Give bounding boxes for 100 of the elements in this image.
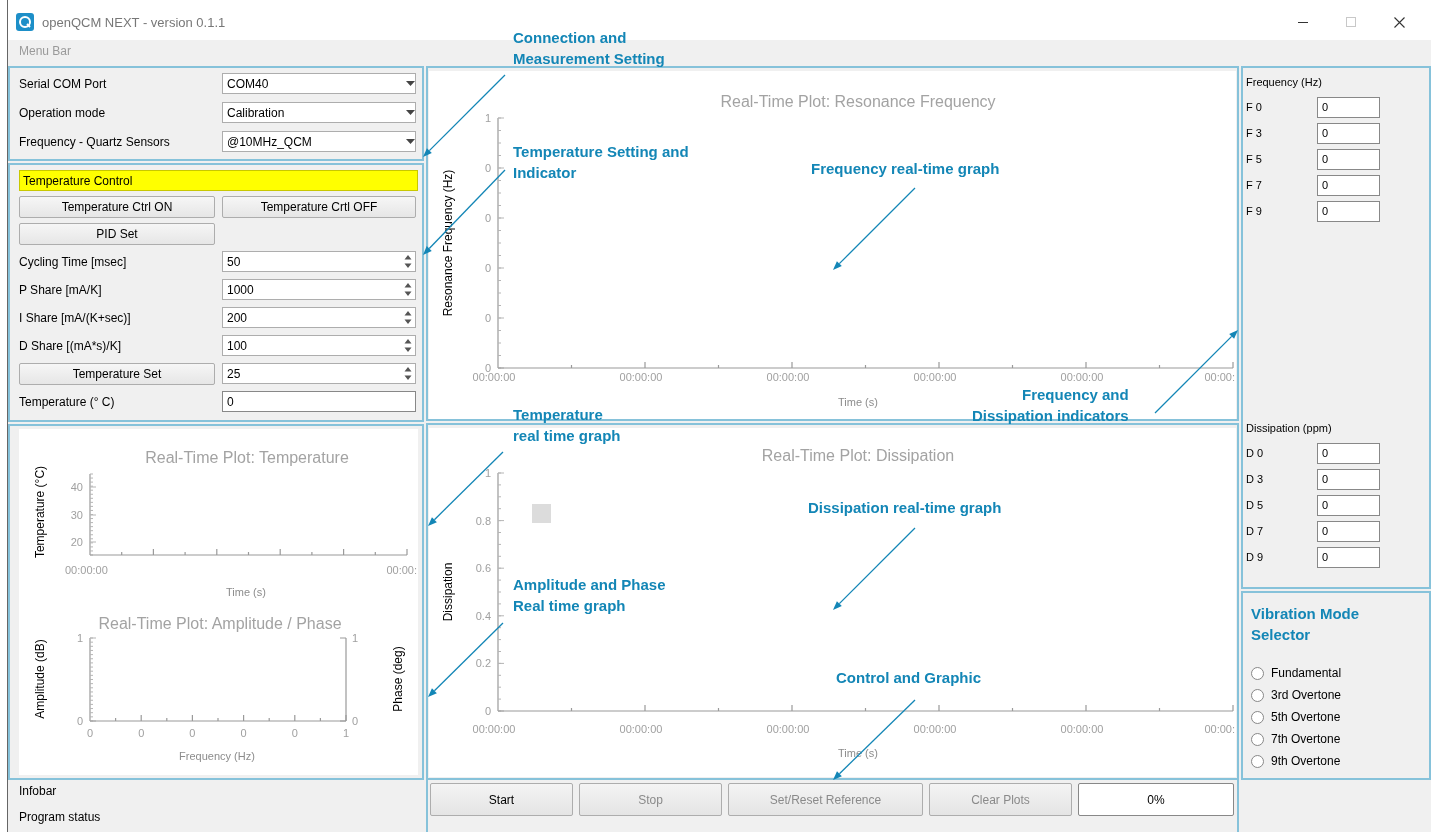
field-label: Temperature (° C) xyxy=(19,394,116,409)
toggle-button[interactable]: Temperature Ctrl ON xyxy=(19,196,215,218)
tick-label: 0.6 xyxy=(475,562,491,575)
tick-label: 0 xyxy=(291,727,298,739)
field-label: D 9 xyxy=(1246,551,1265,563)
dropdown[interactable]: @10MHz_QCM xyxy=(222,131,416,152)
field-label: D 0 xyxy=(1246,447,1265,459)
tick-label: 0 xyxy=(240,727,247,739)
field-label: F 5 xyxy=(1246,153,1263,165)
field-label: Frequency - Quartz Sensors xyxy=(19,134,171,149)
field-label: D 7 xyxy=(1246,525,1265,537)
tick-label: 0.8 xyxy=(475,514,491,527)
tick-label: 1 xyxy=(484,467,491,479)
tick-label: 40 xyxy=(70,481,83,493)
annotation-label: Temperature Setting and Indicator xyxy=(513,142,689,183)
radio-option[interactable]: 3rd Overtone xyxy=(1251,684,1342,706)
field-label: D Share [(mA*s)/K] xyxy=(19,338,123,353)
window-title: openQCM NEXT - version 0.1.1 xyxy=(42,14,227,30)
field-label: Serial COM Port xyxy=(19,76,108,91)
axis-title: Temperature (°C) xyxy=(33,465,47,559)
tick-label: 0 xyxy=(76,715,83,727)
value-field: 0 xyxy=(1317,494,1380,516)
radio-circle[interactable] xyxy=(1251,754,1264,768)
status-label: Temperature Control xyxy=(19,170,418,191)
field-label: Operation mode xyxy=(19,105,107,120)
tick-label: 00:00: xyxy=(386,564,417,576)
annotation-label: Amplitude and Phase Real time graph xyxy=(513,575,666,616)
tick-label: 00:00:00 xyxy=(1060,723,1104,735)
caret-icon xyxy=(406,139,415,144)
maximize-icon xyxy=(1346,17,1356,27)
annotation-label: Temperature real time graph xyxy=(513,405,621,446)
field-label: F 0 xyxy=(1246,101,1263,113)
field-label: Cycling Time [msec] xyxy=(19,254,128,269)
pid-set-button[interactable]: PID Set xyxy=(19,223,215,245)
tick-label: 00:00: xyxy=(1204,723,1235,735)
value-field: 0 xyxy=(1317,468,1380,490)
radio-circle[interactable] xyxy=(1251,710,1264,724)
tick-label: 00:00: xyxy=(1204,371,1235,383)
value-field: 0 xyxy=(1317,546,1380,568)
spin-box[interactable]: 100 xyxy=(222,335,416,356)
value-field: 0 xyxy=(1317,520,1380,542)
annotation-label: Dissipation real-time graph xyxy=(808,498,1002,518)
tick-label: 00:00:00 xyxy=(619,723,663,735)
infobar-label: Infobar xyxy=(19,784,58,798)
radio-circle[interactable] xyxy=(1251,732,1264,746)
tick-label: 00:00:00 xyxy=(619,371,663,383)
status-text: Program status xyxy=(19,810,102,824)
tick-label: 1 xyxy=(352,632,359,644)
axis-title: Frequency (Hz) xyxy=(179,750,255,762)
dropdown[interactable]: Calibration xyxy=(222,102,416,123)
radio-option[interactable]: 5th Overtone xyxy=(1251,706,1341,728)
value-field: 0 xyxy=(1317,174,1380,196)
annotation-label: Frequency real-time graph xyxy=(811,159,1000,179)
value-field: 0 xyxy=(1317,96,1380,118)
dropdown[interactable]: COM40 xyxy=(222,73,416,94)
radio-circle[interactable] xyxy=(1251,666,1264,680)
axis-title: Time (s) xyxy=(838,396,878,408)
toggle-button[interactable]: Temperature Crtl OFF xyxy=(222,196,416,218)
spin-box[interactable]: 1000 xyxy=(222,279,416,300)
tick-label: 00:00:00 xyxy=(913,723,957,735)
caret-icon xyxy=(406,110,415,115)
tick-label: 0 xyxy=(484,312,491,324)
tick-label: 00:00:00 xyxy=(65,564,108,576)
tick-label: 00:00:00 xyxy=(472,723,516,735)
tick-label: 0 xyxy=(138,727,145,739)
legend-swatch xyxy=(532,504,551,523)
radio-option[interactable]: Fundamental xyxy=(1251,662,1342,684)
caret-icon xyxy=(406,81,415,86)
tick-label: 00:00:00 xyxy=(766,723,810,735)
tick-label: 00:00:00 xyxy=(913,371,957,383)
temperature-set-button[interactable]: Temperature Set xyxy=(19,362,215,385)
radio-option[interactable]: 9th Overtone xyxy=(1251,750,1341,772)
tick-label: 0 xyxy=(484,212,491,224)
tick-label: 0 xyxy=(484,705,491,717)
axis-title: Phase (deg) xyxy=(391,646,405,712)
control-button[interactable]: Start xyxy=(430,783,573,816)
app-icon xyxy=(16,13,34,31)
spin-box[interactable]: 50 xyxy=(222,251,416,272)
spin-box[interactable]: 200 xyxy=(222,307,416,328)
chart-title: Real-Time Plot: Temperature xyxy=(145,449,349,466)
annotation-label: Connection and Measurement Setting xyxy=(513,28,665,69)
radio-option[interactable]: 7th Overtone xyxy=(1251,728,1341,750)
axis-title: Amplitude (dB) xyxy=(33,639,47,719)
tick-label: 20 xyxy=(70,536,83,548)
spin-box[interactable]: 25 xyxy=(222,363,416,384)
value-field: 0 xyxy=(1317,442,1380,464)
field-label: P Share [mA/K] xyxy=(19,282,103,297)
annotation-label: Control and Graphic xyxy=(836,668,981,688)
tick-label: 0 xyxy=(484,162,491,174)
axis-title: Time (s) xyxy=(226,586,266,598)
tick-label: 1 xyxy=(484,112,491,124)
field-label: F 7 xyxy=(1246,179,1263,191)
tick-label: 00:00:00 xyxy=(1060,371,1104,383)
tick-label: 0.4 xyxy=(475,609,491,622)
axis-title: Resonance Frequency (Hz) xyxy=(441,169,455,317)
field-label: F 3 xyxy=(1246,127,1263,139)
radio-circle[interactable] xyxy=(1251,688,1264,702)
section-label: Frequency (Hz) xyxy=(1246,76,1323,88)
tick-label: 0.2 xyxy=(475,657,491,670)
axis-title: Dissipation xyxy=(441,562,455,622)
